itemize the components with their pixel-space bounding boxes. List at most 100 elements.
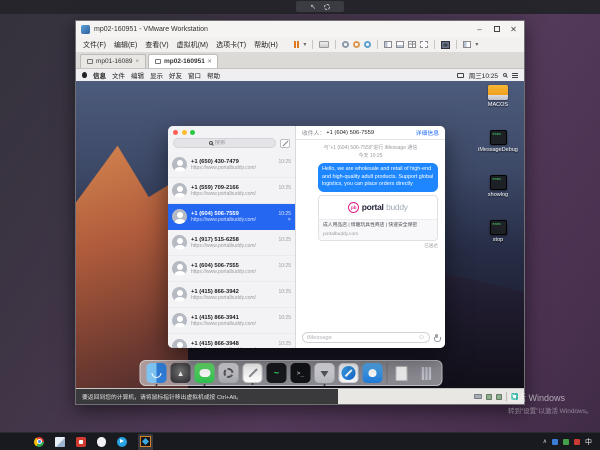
external-display-icon[interactable] (463, 41, 471, 48)
menubar-clock[interactable]: 周三10:25 (469, 70, 498, 80)
messages-dock-icon[interactable] (195, 363, 215, 383)
network-adapter-icon[interactable] (486, 394, 492, 400)
display-icon[interactable] (457, 73, 464, 78)
thumbnail-bar-icon[interactable] (396, 41, 404, 48)
unity-mode-icon[interactable] (408, 41, 416, 48)
vmware-taskbar-button[interactable] (138, 434, 153, 450)
vm-display[interactable]: 信息 文件 编辑 显示 好友 窗口 帮助 周三10:25 MACOS (76, 69, 524, 388)
menu-mac-view[interactable]: 显示 (150, 70, 163, 80)
vm-tab-icon (87, 59, 93, 64)
vmware-titlebar[interactable]: mp02-160951 - VMware Workstation – ✕ (76, 21, 524, 37)
network-adapter-icon-2[interactable] (496, 394, 502, 400)
message-input-field[interactable]: ☺ (302, 332, 430, 343)
menu-mac-buddies[interactable]: 好友 (169, 70, 182, 80)
conversation-row[interactable]: +1 (415) 866-394210:25 https://www.porta… (168, 282, 295, 308)
ime-indicator[interactable]: 中 (585, 437, 592, 447)
conversation-row[interactable]: +1 (415) 866-394810:25 https://www.porta… (168, 334, 295, 348)
pause-dropdown-icon[interactable]: ▾ (303, 42, 306, 48)
3d-object-app-icon[interactable] (55, 437, 65, 447)
menu-mac-help[interactable]: 帮助 (207, 70, 220, 80)
tray-chevron-icon[interactable]: ∧ (543, 438, 547, 445)
zoom-window-button[interactable] (190, 130, 195, 135)
script-icon: exec (490, 130, 507, 145)
send-ctrl-alt-del-icon[interactable] (319, 41, 329, 48)
safari-icon[interactable] (339, 363, 359, 383)
menu-help[interactable]: 帮助(H) (254, 40, 278, 50)
desktop-icon-label: stop (493, 237, 503, 243)
take-snapshot-icon[interactable] (353, 41, 360, 48)
menu-mac-file[interactable]: 文件 (112, 70, 125, 80)
notification-center-icon[interactable] (512, 73, 518, 78)
details-button[interactable]: 详细信息 (416, 128, 439, 137)
desktop-icon-macos[interactable]: MACOS (476, 85, 520, 108)
menu-edit[interactable]: 编辑(E) (114, 40, 137, 50)
menu-mac-edit[interactable]: 编辑 (131, 70, 144, 80)
tray-icon-blue[interactable] (552, 439, 558, 445)
console-preview-icon[interactable] (441, 41, 450, 49)
maximize-button[interactable] (488, 22, 505, 36)
trash-icon[interactable] (416, 363, 436, 383)
menu-file[interactable]: 文件(F) (83, 40, 106, 50)
pause-vm-icon[interactable] (294, 41, 300, 48)
system-preferences-icon[interactable] (219, 363, 239, 383)
remote-control-toolbar[interactable]: ↖ (296, 1, 344, 12)
menu-vm[interactable]: 虚拟机(M) (177, 40, 209, 50)
search-field[interactable] (173, 138, 276, 148)
conversation-row[interactable]: +1 (917) 515-625810:25 https://www.porta… (168, 230, 295, 256)
manage-snapshots-icon[interactable] (364, 41, 371, 48)
revert-snapshot-icon[interactable] (342, 41, 349, 48)
apple-tool-icon[interactable] (97, 437, 106, 447)
display-dropdown-icon[interactable]: ▾ (475, 42, 478, 48)
document-stack-icon[interactable] (392, 363, 412, 383)
launchpad-icon[interactable]: ▲ (171, 363, 191, 383)
conversation-row[interactable]: +1 (604) 506-755510:25 https://www.porta… (168, 256, 295, 282)
conversation-row-selected[interactable]: +1 (604) 506-755910:25 https://www.porta… (168, 204, 295, 230)
show-library-icon[interactable] (384, 41, 392, 48)
close-conversation-icon[interactable]: × (286, 217, 291, 223)
tab-close-icon[interactable]: × (208, 59, 212, 65)
activity-monitor-icon[interactable]: ~ (267, 363, 287, 383)
red-app-icon[interactable] (76, 437, 86, 447)
compose-button[interactable] (280, 139, 290, 148)
conversation-row[interactable]: +1 (650) 430-747910:25 https://www.porta… (168, 152, 295, 178)
hard-disk-icon[interactable] (474, 394, 482, 399)
settings-icon[interactable] (324, 4, 330, 10)
vm-tab-mp02[interactable]: mp02-160951 × (148, 54, 218, 68)
fullscreen-icon[interactable] (420, 41, 428, 48)
minimize-button[interactable]: – (471, 22, 488, 36)
conversation-row[interactable]: +1 (415) 866-394110:25 https://www.porta… (168, 308, 295, 334)
menu-messages-app[interactable]: 信息 (93, 70, 106, 80)
terminal-icon[interactable]: >_ (291, 363, 311, 383)
menu-tabs[interactable]: 选项卡(T) (216, 40, 246, 50)
close-window-button[interactable] (173, 130, 178, 135)
minimize-window-button[interactable] (182, 130, 187, 135)
menu-view[interactable]: 查看(V) (145, 40, 168, 50)
textedit-icon[interactable] (243, 363, 263, 383)
avatar (172, 157, 187, 172)
desktop-icon-showlog[interactable]: exec showlog (476, 175, 520, 198)
sent-message-bubble: Hello, we are wholesale and retail of hi… (318, 163, 438, 192)
avatar (172, 261, 187, 276)
tray-icon-green[interactable] (563, 439, 569, 445)
spotlight-search-icon[interactable] (503, 73, 507, 77)
message-input[interactable] (307, 335, 418, 341)
desktop-icon-imessagedebug[interactable]: exec iMessageDebug (476, 130, 520, 153)
emoji-icon[interactable]: ☺ (418, 334, 425, 341)
tray-icon-red[interactable] (574, 439, 580, 445)
finder-icon[interactable] (147, 363, 167, 383)
downloads-icon[interactable] (315, 363, 335, 383)
search-input[interactable] (215, 140, 241, 146)
close-button[interactable]: ✕ (505, 22, 522, 36)
telegram-icon[interactable] (117, 437, 127, 447)
desktop-icon-stop[interactable]: exec stop (476, 220, 520, 243)
vm-tab-mp01[interactable]: mp01-16089 × (80, 54, 146, 68)
chrome-icon[interactable] (34, 437, 44, 447)
cursor-icon[interactable]: ↖ (310, 3, 316, 11)
link-preview-card[interactable]: pb portalbuddy 成人用品店 | 情趣玩具性商店 | 快速安全保密 … (318, 195, 438, 241)
microphone-icon[interactable] (434, 334, 439, 342)
tab-close-icon[interactable]: × (136, 59, 140, 65)
apple-menu-icon[interactable] (82, 72, 87, 78)
conversation-row[interactable]: +1 (559) 709-216610:25 https://www.porta… (168, 178, 295, 204)
menu-mac-window[interactable]: 窗口 (188, 70, 201, 80)
contacts-app-icon[interactable] (363, 363, 383, 383)
